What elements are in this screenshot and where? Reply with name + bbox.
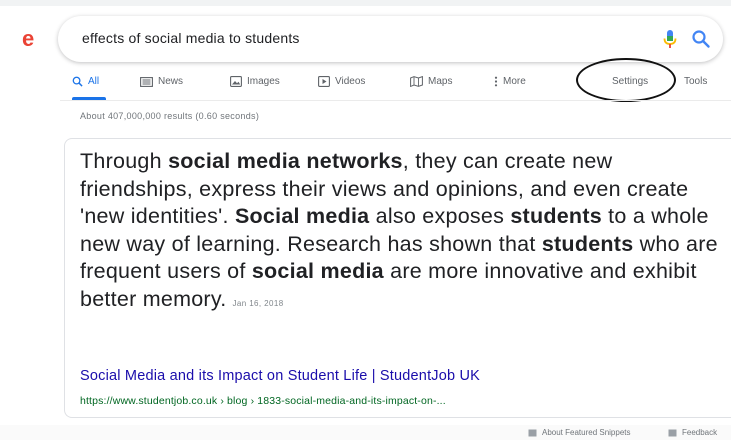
news-icon bbox=[140, 76, 153, 87]
result-stats: About 407,000,000 results (0.60 seconds) bbox=[80, 111, 260, 121]
more-vertical-icon bbox=[494, 76, 498, 87]
tab-news[interactable]: News bbox=[140, 76, 183, 87]
top-strip bbox=[0, 0, 731, 6]
tab-label: Images bbox=[247, 76, 280, 87]
search-input[interactable]: effects of social media to students bbox=[82, 30, 300, 46]
featured-snippet-text: Through social media networks, they can … bbox=[80, 148, 720, 317]
tabs-divider bbox=[60, 100, 731, 101]
search-icon[interactable] bbox=[691, 29, 711, 49]
settings-highlight-circle bbox=[576, 58, 676, 102]
feedback-label: Feedback bbox=[682, 428, 718, 437]
map-icon bbox=[410, 76, 423, 87]
tab-label: More bbox=[503, 76, 526, 87]
feedback-link[interactable]: Feedback bbox=[668, 428, 717, 437]
tab-images[interactable]: Images bbox=[230, 76, 280, 87]
search-box[interactable]: effects of social media to students bbox=[58, 16, 723, 62]
tab-label: All bbox=[88, 76, 100, 87]
tab-all[interactable]: All bbox=[72, 76, 99, 87]
video-icon bbox=[318, 76, 330, 87]
tab-label: Videos bbox=[335, 76, 366, 87]
tools-button[interactable]: Tools bbox=[684, 76, 707, 87]
tab-videos[interactable]: Videos bbox=[318, 76, 365, 87]
about-label: About Featured Snippets bbox=[542, 428, 631, 437]
feedback-icon bbox=[668, 429, 677, 436]
snippet-source-link[interactable]: Social Media and its Impact on Student L… bbox=[80, 368, 480, 384]
snippet-source-url[interactable]: https://www.studentjob.co.uk › blog › 18… bbox=[80, 395, 446, 407]
help-icon bbox=[528, 429, 537, 436]
tools-label: Tools bbox=[684, 76, 708, 87]
microphone-icon[interactable] bbox=[661, 29, 679, 49]
tab-label: News bbox=[158, 76, 184, 87]
google-logo-fragment[interactable]: e bbox=[22, 28, 34, 50]
search-icon bbox=[72, 76, 83, 87]
tab-label: Maps bbox=[428, 76, 453, 87]
snippet-body: Through social media networks, they can … bbox=[80, 149, 718, 311]
snippet-date: Jan 16, 2018 bbox=[232, 298, 284, 308]
tab-maps[interactable]: Maps bbox=[410, 76, 452, 87]
about-featured-snippets-link[interactable]: About Featured Snippets bbox=[528, 428, 631, 437]
tab-more[interactable]: More bbox=[494, 76, 526, 87]
image-icon bbox=[230, 76, 242, 87]
